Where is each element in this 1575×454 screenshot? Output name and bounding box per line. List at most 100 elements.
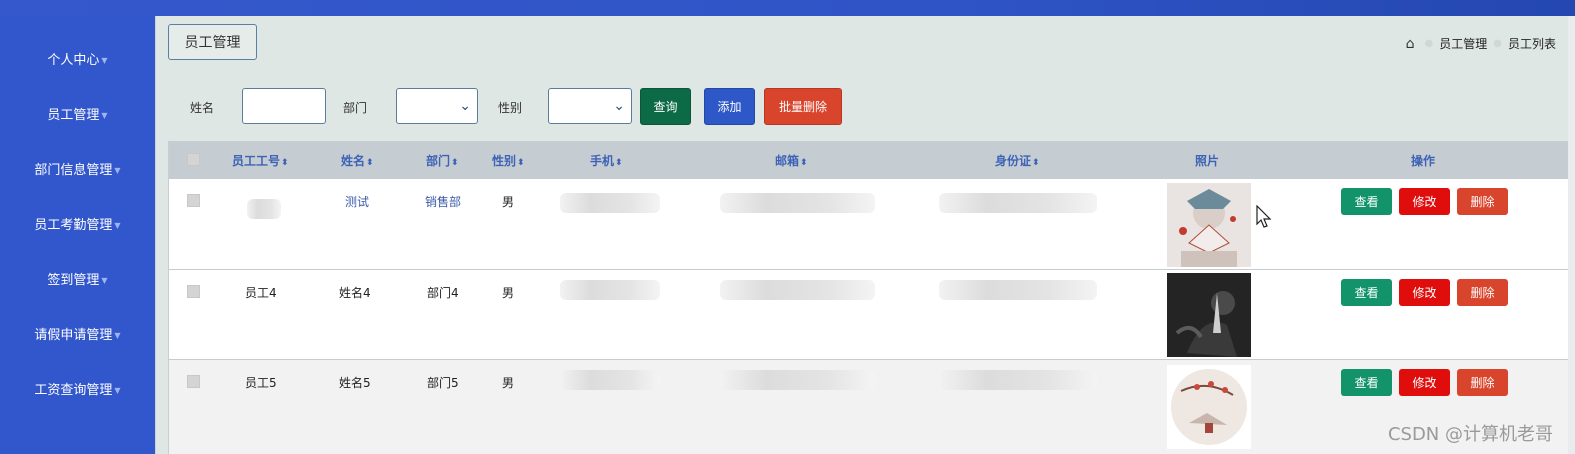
column-header-gender[interactable]: 性别⬍	[492, 152, 525, 169]
chevron-down-icon: ▼	[101, 111, 108, 120]
cell-dept: 部门5	[427, 376, 459, 390]
breadcrumb-separator: ●	[1424, 38, 1434, 49]
page-edge	[1568, 16, 1575, 454]
sidebar-item-label: 请假申请管理	[34, 328, 113, 343]
table-header: 员工工号⬍ 姓名⬍ 部门⬍ 性别⬍ 手机⬍ 邮箱⬍ 身份证⬍ 照片 操作	[169, 141, 1570, 178]
page-title: 员工管理	[168, 24, 257, 60]
view-button[interactable]: 查看	[1341, 279, 1392, 306]
employee-photo	[1167, 183, 1251, 267]
gender-filter-select[interactable]: ⌄	[548, 88, 632, 124]
name-filter-label: 姓名	[190, 101, 215, 115]
cell-emp-no: 员工5	[245, 376, 277, 390]
cell-gender: 男	[502, 286, 515, 300]
cell-dept: 销售部	[425, 195, 462, 209]
employee-table: 员工工号⬍ 姓名⬍ 部门⬍ 性别⬍ 手机⬍ 邮箱⬍ 身份证⬍ 照片 操作 测试 …	[168, 141, 1570, 454]
cell-name: 姓名5	[339, 376, 371, 390]
sidebar-item-profile[interactable]: 个人中心 ▼	[0, 49, 155, 68]
select-all-checkbox[interactable]	[187, 153, 200, 166]
chevron-down-icon: ▼	[114, 331, 121, 340]
cell-gender: 男	[502, 195, 515, 209]
table-row: 测试 销售部 男 查看 修改 删除	[169, 178, 1570, 269]
column-label: 身份证	[995, 154, 1032, 168]
main-content: 员工管理 ⌂ ● 员工管理 ● 员工列表 姓名 部门 ⌄ 性别 ⌄ 查询 添加 …	[155, 16, 1570, 454]
column-header-photo: 照片	[1195, 154, 1220, 168]
chevron-down-icon: ▼	[114, 386, 121, 395]
sort-icon: ⬍	[800, 158, 808, 168]
row-checkbox[interactable]	[187, 375, 200, 388]
dept-filter-select[interactable]: ⌄	[396, 88, 478, 124]
column-header-email[interactable]: 邮箱⬍	[775, 152, 808, 169]
bulk-delete-button[interactable]: 批量删除	[764, 88, 842, 125]
sidebar-item-label: 签到管理	[47, 273, 100, 288]
column-label: 手机	[590, 154, 615, 168]
sidebar-item-label: 员工考勤管理	[34, 218, 113, 233]
top-bar	[0, 0, 1575, 16]
sort-icon: ⬍	[451, 158, 459, 168]
row-checkbox[interactable]	[187, 285, 200, 298]
edit-button[interactable]: 修改	[1399, 279, 1450, 306]
column-label: 员工工号	[232, 154, 281, 168]
blurred-phone	[560, 370, 660, 390]
delete-button[interactable]: 删除	[1457, 279, 1508, 306]
view-button[interactable]: 查看	[1341, 369, 1392, 396]
cell-name: 测试	[345, 195, 370, 209]
sidebar-item-employees[interactable]: 员工管理 ▼	[0, 104, 155, 123]
mouse-cursor-icon	[1256, 205, 1272, 228]
sort-icon: ⬍	[517, 158, 525, 168]
breadcrumb: ⌂ ● 员工管理 ● 员工列表	[1406, 35, 1556, 52]
watermark: CSDN @计算机老哥	[1387, 424, 1553, 445]
cell-name: 姓名4	[339, 286, 371, 300]
chevron-down-icon: ▼	[114, 166, 121, 175]
sidebar-item-label: 个人中心	[47, 53, 100, 68]
edit-button[interactable]: 修改	[1399, 188, 1450, 215]
chevron-down-icon: ▼	[101, 276, 108, 285]
blurred-emp-no	[247, 199, 281, 219]
cell-gender: 男	[502, 376, 515, 390]
column-header-emp-no[interactable]: 员工工号⬍	[232, 152, 289, 169]
cell-dept: 部门4	[427, 286, 459, 300]
column-header-id-card[interactable]: 身份证⬍	[995, 152, 1040, 169]
column-label: 邮箱	[775, 154, 800, 168]
column-header-phone[interactable]: 手机⬍	[590, 152, 623, 169]
blurred-phone	[560, 193, 660, 213]
cell-emp-no: 员工4	[245, 286, 277, 300]
sidebar-item-label: 员工管理	[47, 108, 100, 123]
sidebar-item-label: 部门信息管理	[34, 163, 113, 178]
column-label: 部门	[426, 154, 451, 168]
blurred-email	[720, 193, 875, 213]
blurred-email	[720, 370, 875, 390]
chevron-down-icon: ▼	[114, 221, 121, 230]
employee-photo	[1167, 273, 1251, 357]
column-header-actions: 操作	[1411, 154, 1436, 168]
name-filter-input[interactable]	[242, 88, 326, 124]
view-button[interactable]: 查看	[1341, 188, 1392, 215]
chevron-down-icon: ⌄	[459, 98, 471, 114]
add-button[interactable]: 添加	[704, 88, 755, 125]
blurred-id-card	[939, 280, 1097, 300]
sort-icon: ⬍	[615, 158, 623, 168]
sidebar-item-attendance[interactable]: 员工考勤管理 ▼	[0, 214, 155, 233]
sidebar-item-leave[interactable]: 请假申请管理 ▼	[0, 324, 155, 343]
edit-button[interactable]: 修改	[1399, 369, 1450, 396]
sidebar-item-departments[interactable]: 部门信息管理 ▼	[0, 159, 155, 178]
column-header-dept[interactable]: 部门⬍	[426, 152, 459, 169]
dept-filter-label: 部门	[343, 101, 368, 115]
delete-button[interactable]: 删除	[1457, 188, 1508, 215]
table-row: 员工4 姓名4 部门4 男 查看 修改 删除	[169, 269, 1570, 359]
sidebar-item-salary[interactable]: 工资查询管理 ▼	[0, 379, 155, 398]
delete-button[interactable]: 删除	[1457, 369, 1508, 396]
sidebar-item-checkin[interactable]: 签到管理 ▼	[0, 269, 155, 288]
employee-photo	[1167, 365, 1251, 449]
chevron-down-icon: ⌄	[613, 98, 625, 114]
column-header-name[interactable]: 姓名⬍	[341, 152, 374, 169]
home-icon[interactable]: ⌂	[1406, 36, 1415, 52]
column-label: 性别	[492, 154, 517, 168]
breadcrumb-separator: ●	[1493, 38, 1502, 49]
chevron-down-icon: ▼	[101, 56, 108, 65]
query-button[interactable]: 查询	[640, 88, 691, 125]
table-row: 员工5 姓名5 部门5 男 查看 修改 删除	[169, 359, 1570, 454]
breadcrumb-item-employees[interactable]: 员工管理	[1439, 35, 1487, 52]
row-checkbox[interactable]	[187, 194, 200, 207]
gender-filter-label: 性别	[498, 101, 523, 115]
sort-icon: ⬍	[281, 158, 289, 168]
